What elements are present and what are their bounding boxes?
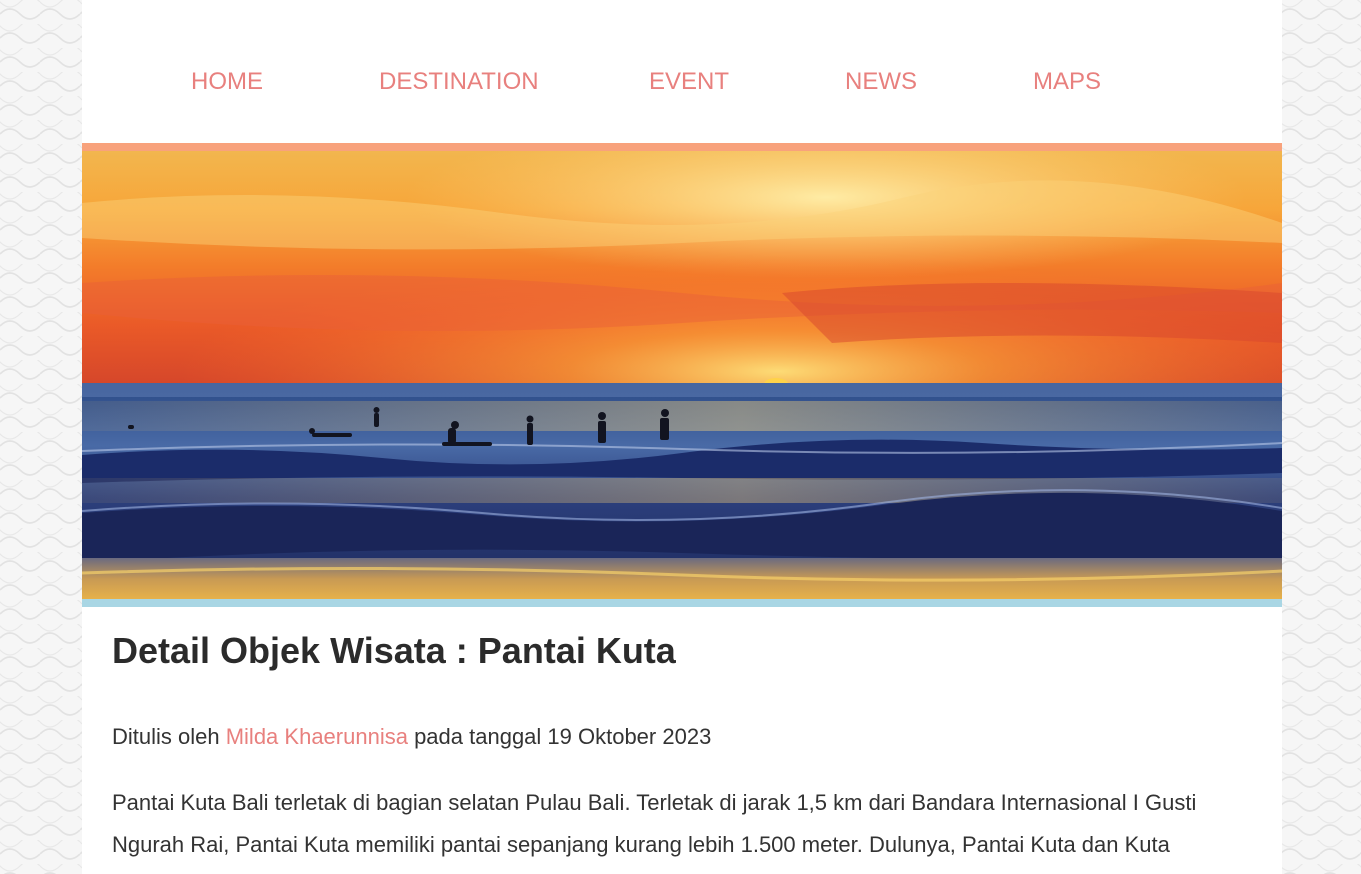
article-title: Detail Objek Wisata : Pantai Kuta	[112, 630, 676, 671]
nav-home-link[interactable]: HOME	[191, 68, 263, 96]
article-content: Detail Objek Wisata : Pantai Kuta Dituli…	[112, 630, 1252, 857]
meta-prefix: Ditulis oleh	[112, 724, 226, 749]
article-meta: Ditulis oleh Milda Khaerunnisa pada tang…	[112, 723, 711, 751]
hero-banner	[82, 143, 1282, 607]
hero-bottom-accent	[82, 599, 1282, 607]
nav-destination-link[interactable]: DESTINATION	[379, 68, 539, 96]
article-body: Pantai Kuta Bali terletak di bagian sela…	[112, 790, 1197, 857]
nav-event-link[interactable]: EVENT	[649, 68, 729, 96]
nav-maps-link[interactable]: MAPS	[1033, 68, 1101, 96]
page-container: HOME DESTINATION EVENT NEWS MAPS Detail …	[82, 0, 1282, 874]
meta-suffix: pada tanggal 19 Oktober 2023	[407, 724, 712, 749]
nav-news-link[interactable]: NEWS	[845, 68, 917, 96]
hero-sunset-image	[82, 143, 1282, 607]
author-link[interactable]: Milda Khaerunnisa	[226, 724, 408, 749]
main-navigation: HOME DESTINATION EVENT NEWS MAPS	[82, 0, 1282, 143]
hero-top-accent	[82, 143, 1282, 151]
